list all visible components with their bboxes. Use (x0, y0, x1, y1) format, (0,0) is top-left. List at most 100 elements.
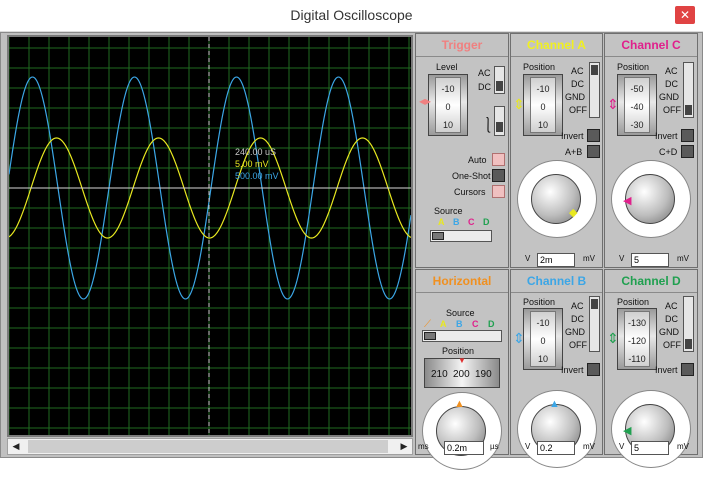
horizontal-title: Horizontal (416, 270, 508, 293)
trigger-source-c[interactable]: C (468, 217, 475, 227)
channel-d-invert-label: Invert (655, 365, 678, 375)
horizontal-position-wheel[interactable]: 210 200 190 ▼ (424, 356, 500, 388)
trigger-level-wheel[interactable]: -10 0 10 (428, 74, 468, 136)
horizontal-source-label: Source (446, 308, 475, 318)
channel-c-pos-tick: -30 (630, 120, 644, 130)
trigger-cursors-label: Cursors (454, 187, 486, 197)
channel-a-invert-button[interactable] (587, 129, 600, 142)
channel-a-pos-tick: 0 (540, 102, 546, 112)
channel-d-marker-icon: ⇕ (607, 330, 619, 346)
scroll-thumb[interactable] (28, 440, 388, 453)
scope-display: 240.00 uS 5.00 mV 500.00 mV (8, 37, 412, 435)
channel-a-position-wheel[interactable]: -10 0 10 (523, 74, 563, 136)
channel-a-title: Channel A (511, 34, 602, 57)
channel-d-scale-value[interactable]: 5 (631, 441, 669, 455)
trigger-level-tick: -10 (441, 84, 455, 94)
trigger-oneshot-label: One-Shot (452, 171, 491, 181)
horizontal-source-a[interactable]: A (440, 319, 447, 329)
trigger-oneshot-button[interactable] (492, 169, 505, 182)
channel-d-unit-right: mV (677, 442, 689, 451)
horizontal-unit-left: ms (418, 442, 429, 451)
horizontal-source-slider[interactable] (422, 330, 502, 342)
channel-c-dial-knob[interactable] (625, 174, 675, 224)
channel-c-combine-label: C+D (659, 147, 678, 157)
channel-d-pos-tick: -110 (628, 354, 646, 364)
trigger-edge-switch[interactable] (494, 106, 505, 136)
horizontal-position-tick: 190 (475, 369, 492, 380)
channel-c-panel: Channel C Position -50 -40 -30 ⇕ AC DC G… (604, 33, 698, 268)
channel-c-coupling-switch[interactable] (683, 62, 694, 118)
channel-c-position-wheel[interactable]: -50 -40 -30 (617, 74, 657, 136)
channel-c-combine-button[interactable] (681, 145, 694, 158)
scroll-right-icon[interactable]: ▶ (396, 439, 412, 454)
trigger-source-b[interactable]: B (453, 217, 460, 227)
trigger-source-a[interactable]: A (438, 217, 445, 227)
trigger-ac-label: AC (478, 68, 491, 78)
horizontal-unit-right: µs (490, 442, 499, 451)
channel-c-scale-value[interactable]: 5 (631, 253, 669, 267)
channel-a-coupling-switch[interactable] (589, 62, 600, 118)
channel-b-mode-ac: AC (571, 301, 584, 311)
trigger-dc-label: DC (478, 82, 491, 92)
horizontal-scale-value[interactable]: 0.2m (444, 441, 484, 455)
channel-b-volts-dial[interactable]: ▲ (515, 390, 601, 474)
channel-b-unit-left: V (525, 442, 531, 451)
trigger-cursors-button[interactable] (492, 185, 505, 198)
channel-a-mode-off: OFF (569, 105, 587, 115)
trigger-panel: Trigger Level -10 0 10 ◂▸ AC DC ⎱ Auto O… (415, 33, 509, 268)
channel-b-dial-pointer-icon: ▲ (549, 398, 560, 410)
channel-b-pos-tick: 0 (540, 336, 546, 346)
channel-b-position-label: Position (523, 297, 556, 307)
horizontal-source-c[interactable]: C (472, 319, 479, 329)
channel-b-coupling-switch[interactable] (589, 296, 600, 352)
horizontal-source-b[interactable]: B (456, 319, 463, 329)
channel-d-invert-button[interactable] (681, 363, 694, 376)
channel-b-scale-value[interactable]: 0.2 (537, 441, 575, 455)
channel-a-volts-dial[interactable]: ◆ (515, 160, 601, 244)
trigger-coupling-switch[interactable] (494, 66, 505, 94)
horizontal-timebase-dial[interactable]: ▲ (420, 392, 506, 476)
channel-a-mode-ac: AC (571, 66, 584, 76)
channel-a-pos-tick: -10 (536, 84, 550, 94)
channel-b-mode-dc: DC (571, 314, 584, 324)
channel-c-invert-button[interactable] (681, 129, 694, 142)
trigger-source-label: Source (434, 206, 463, 216)
channel-a-dial-pointer-icon: ◆ (569, 207, 578, 219)
channel-b-mode-gnd: GND (565, 327, 585, 337)
channel-b-title: Channel B (511, 270, 602, 293)
horizontal-source-d[interactable]: D (488, 319, 495, 329)
channel-c-mode-off: OFF (663, 105, 681, 115)
channel-a-scale-value[interactable]: 2m (537, 253, 575, 267)
scroll-left-icon[interactable]: ◀ (8, 439, 24, 454)
channel-b-marker-icon: ⇕ (513, 330, 525, 346)
channel-a-panel: Channel A Position -10 0 10 ⇕ AC DC GND … (510, 33, 603, 268)
channel-b-invert-button[interactable] (587, 363, 600, 376)
channel-d-volts-dial[interactable]: ◀ (609, 390, 695, 474)
channel-c-volts-dial[interactable]: ◀ (609, 160, 695, 244)
channel-c-mode-gnd: GND (659, 92, 679, 102)
close-button[interactable]: ✕ (675, 6, 695, 24)
oscilloscope-frame: 240.00 uS 5.00 mV 500.00 mV ◀ ▶ Trigger … (0, 32, 703, 470)
trigger-level-tick: 10 (442, 120, 453, 130)
trigger-auto-label: Auto (468, 155, 487, 165)
channel-d-coupling-switch[interactable] (683, 296, 694, 352)
trigger-source-d[interactable]: D (483, 217, 490, 227)
channel-a-combine-button[interactable] (587, 145, 600, 158)
channel-c-unit-right: mV (677, 254, 689, 263)
horizontal-scrollbar[interactable]: ◀ ▶ (7, 438, 413, 455)
channel-c-dial-pointer-icon: ◀ (623, 195, 632, 207)
channel-d-position-wheel[interactable]: -130 -120 -110 (617, 308, 657, 370)
cursor-ch-b-readout: 500.00 mV (235, 171, 279, 181)
channel-a-pos-tick: 10 (537, 120, 548, 130)
horizontal-ramp-icon: ⟋ (424, 319, 431, 330)
channel-d-dial-pointer-icon: ◀ (623, 425, 632, 437)
channel-d-title: Channel D (605, 270, 697, 293)
channel-d-mode-ac: AC (665, 301, 678, 311)
trigger-source-slider[interactable] (430, 230, 492, 242)
cursor-ch-a-readout: 5.00 mV (235, 159, 269, 169)
channel-a-invert-label: Invert (561, 131, 584, 141)
channel-b-position-wheel[interactable]: -10 0 10 (523, 308, 563, 370)
trigger-auto-button[interactable] (492, 153, 505, 166)
horizontal-panel: Horizontal Source ⟋ A B C D Position 210… (415, 269, 509, 470)
channel-c-unit-left: V (619, 254, 625, 263)
